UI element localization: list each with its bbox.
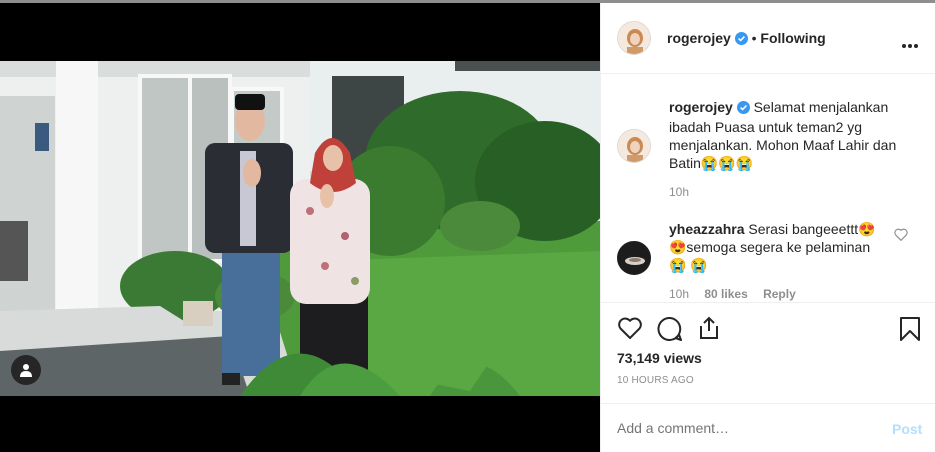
like-heart-icon[interactable] [617, 316, 643, 340]
verified-badge-icon [734, 32, 748, 48]
share-icon[interactable] [697, 315, 721, 341]
comment-body: yheazzahra Serasi bangeeettt😍 😍semoga se… [669, 220, 884, 274]
comment-time[interactable]: 10h [669, 287, 689, 301]
comment-username[interactable]: yheazzahra [669, 221, 744, 237]
comment-likes[interactable]: 80 likes [704, 287, 747, 301]
post-side-panel: rogerojey • Following rogerojey Selamat … [600, 3, 935, 452]
caption-username[interactable]: rogerojey [669, 99, 733, 115]
video-still-image [0, 61, 600, 396]
comment-meta: 10h 80 likes Reply [669, 287, 796, 301]
post-timestamp[interactable]: 10 HOURS AGO [617, 375, 694, 386]
header-separator: • [751, 30, 757, 46]
post-header: rogerojey • Following [601, 3, 935, 74]
comment-like-heart-icon[interactable] [894, 228, 908, 242]
video-player[interactable] [0, 3, 600, 452]
comment-reply-button[interactable]: Reply [763, 287, 796, 301]
save-bookmark-icon[interactable] [899, 316, 921, 342]
post-actions: 73,149 views 10 HOURS AGO [601, 303, 935, 403]
user-tag-button[interactable] [11, 355, 41, 385]
comment-input[interactable] [617, 418, 867, 438]
comment-bubble-icon[interactable] [657, 316, 683, 342]
following-button[interactable]: Following [760, 30, 825, 46]
post-username[interactable]: rogerojey [667, 30, 731, 46]
header-user-line: rogerojey • Following [667, 30, 826, 48]
comments-list[interactable]: rogerojey Selamat menjalankan ibadah Pua… [601, 74, 935, 303]
caption-time[interactable]: 10h [669, 185, 689, 199]
caption-avatar[interactable] [617, 129, 651, 163]
avatar-image [618, 130, 650, 162]
avatar[interactable] [617, 21, 651, 55]
user-icon [20, 364, 32, 377]
view-count[interactable]: 73,149 views [617, 350, 702, 366]
post-comment-button[interactable]: Post [892, 421, 922, 437]
avatar-image [618, 242, 650, 274]
commenter-avatar[interactable] [617, 241, 651, 275]
caption: rogerojey Selamat menjalankan ibadah Pua… [669, 98, 899, 172]
verified-badge-icon [736, 100, 750, 118]
more-options-icon[interactable] [901, 36, 919, 48]
add-comment-bar: Post [601, 403, 935, 452]
video-frame[interactable] [0, 61, 600, 396]
avatar-image [618, 22, 650, 54]
